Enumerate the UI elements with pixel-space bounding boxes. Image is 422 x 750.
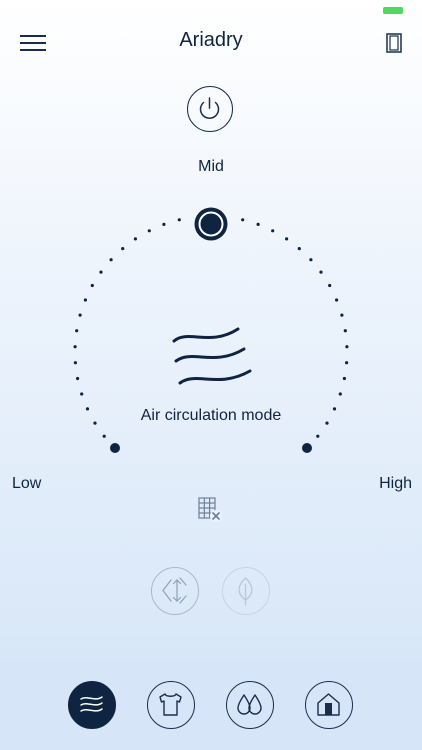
tshirt-icon xyxy=(159,693,182,716)
dial-track-dot xyxy=(147,229,151,233)
dial-track-dot xyxy=(113,446,117,450)
dial-track-dot xyxy=(316,434,320,438)
dial-track-dot xyxy=(162,222,166,226)
dial-track-dot xyxy=(80,392,84,396)
dial-track-dot xyxy=(121,247,125,251)
dial-track-dot xyxy=(256,222,260,226)
tab-clothes[interactable] xyxy=(147,681,195,729)
level-high-label: High xyxy=(379,475,412,492)
dial-track-dot xyxy=(285,237,289,241)
dial-track-dot xyxy=(345,361,349,365)
dial-track-dot xyxy=(345,345,349,349)
water-drops-icon xyxy=(237,694,262,715)
dial-track-dot xyxy=(90,283,94,288)
dial-track-dot xyxy=(78,313,82,317)
dial-track-dot xyxy=(73,361,77,365)
fan-speed-knob[interactable] xyxy=(193,206,229,242)
air-waves-icon xyxy=(80,696,103,712)
eco-button[interactable] xyxy=(222,567,270,615)
device-button[interactable] xyxy=(386,33,402,53)
dial-track-dot xyxy=(342,376,346,381)
swing-button[interactable] xyxy=(151,567,199,615)
level-low-label: Low xyxy=(12,475,42,492)
dial-track-dot xyxy=(328,283,332,288)
leaf-icon xyxy=(238,577,253,606)
dial-track-dot xyxy=(343,329,347,333)
dial-high-end-dot xyxy=(302,443,312,453)
app-title: Ariadry xyxy=(179,29,243,51)
dial-track-dot xyxy=(102,434,106,438)
filter-grid-icon[interactable] xyxy=(197,496,224,524)
dial-track-dot xyxy=(109,258,113,262)
battery-indicator xyxy=(383,7,403,14)
tab-home[interactable] xyxy=(305,681,353,729)
dial-track-dot xyxy=(335,298,339,302)
tab-air-circulation[interactable] xyxy=(68,681,116,729)
dial-low-end-dot xyxy=(110,443,120,453)
dial-track-dot xyxy=(133,237,137,241)
door-icon xyxy=(386,33,402,53)
dial-track-dot xyxy=(271,229,275,233)
dial-track-dot xyxy=(241,218,245,222)
knob-icon xyxy=(194,207,228,241)
swing-arrows-icon xyxy=(162,577,187,604)
power-icon xyxy=(199,97,220,119)
dial-track-dot xyxy=(305,446,309,450)
dial-track-dot xyxy=(319,270,323,274)
dial-track-dot xyxy=(177,218,181,222)
dial-track-dot xyxy=(75,329,79,333)
dial-track-dot xyxy=(297,247,301,251)
tab-dehumidify[interactable] xyxy=(226,681,274,729)
dial-track-dot xyxy=(83,298,87,302)
dial-track-dot xyxy=(340,313,344,317)
dial-track-dot xyxy=(73,345,77,349)
home-icon xyxy=(317,693,340,716)
dial-track-dot xyxy=(76,376,80,381)
mode-label: Air circulation mode xyxy=(140,407,282,424)
level-mid-label: Mid xyxy=(198,158,224,175)
bottom-tab-bar xyxy=(0,660,422,750)
dial-track-dot xyxy=(99,270,103,274)
dial-track-dot xyxy=(309,258,313,262)
dial-track-dot xyxy=(338,392,342,396)
air-waves-icon xyxy=(170,325,252,389)
power-button[interactable] xyxy=(187,86,233,132)
